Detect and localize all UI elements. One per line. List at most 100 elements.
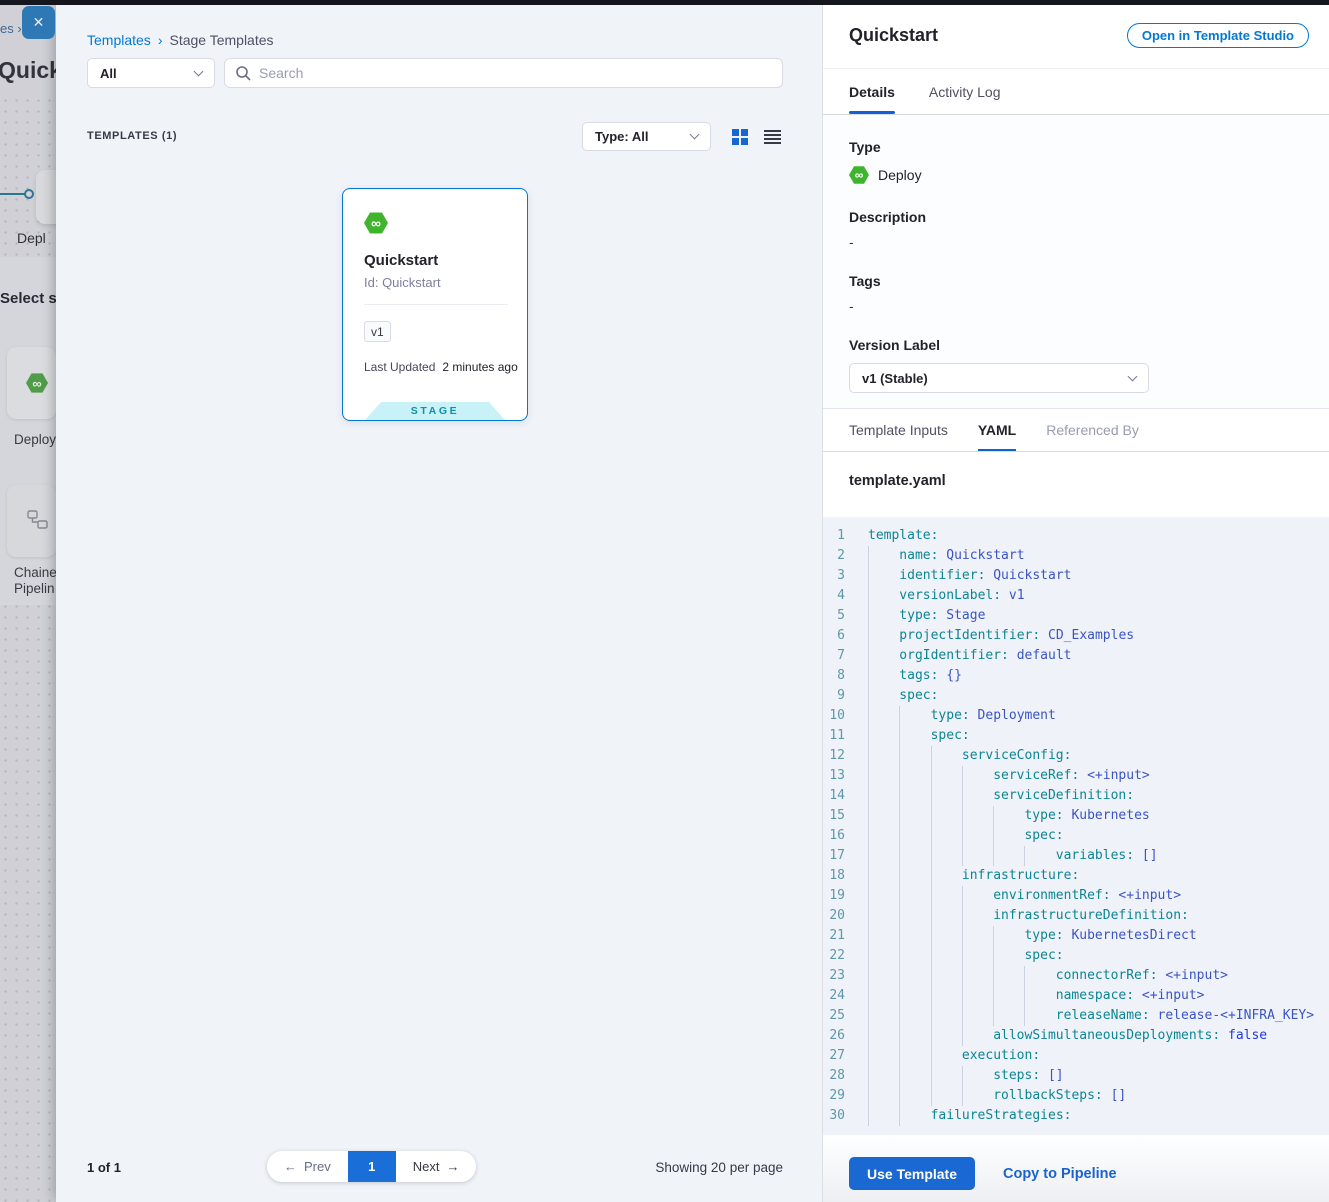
use-template-button[interactable]: Use Template <box>849 1157 975 1190</box>
yaml-line: 26 allowSimultaneousDeployments: false <box>823 1026 1329 1046</box>
yaml-file-name: template.yaml <box>849 473 946 489</box>
version-select[interactable]: v1 (Stable) <box>849 363 1149 393</box>
indent-guide <box>931 906 962 926</box>
line-number: 6 <box>823 626 845 646</box>
page-1-button[interactable]: 1 <box>348 1151 396 1182</box>
indent-guide <box>962 886 993 906</box>
open-in-template-studio-button[interactable]: Open in Template Studio <box>1127 23 1309 48</box>
yaml-line: 20infrastructureDefinition: <box>823 906 1329 926</box>
indent-guide <box>899 966 930 986</box>
scope-filter-value: All <box>100 66 117 81</box>
chained-card-label-line1: Chaine <box>14 565 56 580</box>
indent-guide <box>931 846 962 866</box>
chained-pipeline-icon <box>27 510 49 530</box>
line-number: 14 <box>823 786 845 806</box>
yaml-code-viewer[interactable]: 1template:2name: Quickstart3identifier: … <box>823 517 1329 1135</box>
yaml-value: [] <box>1134 848 1157 863</box>
indent-guide <box>962 1086 993 1106</box>
version-label: Version Label <box>849 337 1303 353</box>
indent-guide <box>899 1006 930 1026</box>
yaml-key: infrastructureDefinition: <box>993 908 1189 923</box>
indent-guide <box>931 826 962 846</box>
yaml-value: false <box>1220 1028 1267 1043</box>
yaml-key: name: <box>899 548 938 563</box>
type-value: Deploy <box>878 167 922 183</box>
infinity-glyph: ∞ <box>371 215 381 231</box>
details-section: Type ∞ Deploy Description - Tags - Versi… <box>823 115 1329 408</box>
line-number: 29 <box>823 1086 845 1106</box>
indent-guide <box>962 906 993 926</box>
stage-node-label-fragment: Depl <box>17 230 46 246</box>
indent-guide <box>899 786 930 806</box>
indent-guide <box>868 666 899 686</box>
subtab-template-inputs[interactable]: Template Inputs <box>849 409 948 451</box>
close-drawer-button[interactable]: ✕ <box>22 6 55 39</box>
line-number: 24 <box>823 986 845 1006</box>
line-number: 21 <box>823 926 845 946</box>
prev-page-button[interactable]: ← Prev <box>267 1151 348 1182</box>
scope-filter-select[interactable]: All <box>87 58 215 88</box>
indent-guide <box>993 826 1024 846</box>
deploy-type-icon: ∞ <box>849 165 869 185</box>
line-number: 26 <box>823 1026 845 1046</box>
search-input[interactable] <box>259 65 772 81</box>
indent-guide <box>1024 966 1055 986</box>
template-card-quickstart[interactable]: ∞ Quickstart Id: Quickstart v1 Last Upda… <box>342 188 528 421</box>
pagination-summary: 1 of 1 <box>87 1160 121 1175</box>
template-card-title: Quickstart <box>364 252 438 269</box>
line-number: 10 <box>823 706 845 726</box>
yaml-line: 13serviceRef: <+input> <box>823 766 1329 786</box>
stage-type-badge: STAGE <box>365 402 505 420</box>
yaml-line: 22 spec: <box>823 946 1329 966</box>
indent-guide <box>962 966 993 986</box>
line-number: 16 <box>823 826 845 846</box>
yaml-key: type: <box>899 608 938 623</box>
grid-view-icon[interactable] <box>732 129 748 145</box>
indent-guide <box>868 906 899 926</box>
line-number: 1 <box>823 526 845 546</box>
subtab-yaml[interactable]: YAML <box>978 409 1016 451</box>
tab-details[interactable]: Details <box>849 69 895 114</box>
indent-guide <box>868 886 899 906</box>
template-card-id: Id: Quickstart <box>364 275 441 290</box>
version-chip: v1 <box>364 321 391 342</box>
indent-guide <box>993 946 1024 966</box>
yaml-value: Deployment <box>970 708 1056 723</box>
line-number: 22 <box>823 946 845 966</box>
indent-guide <box>868 586 899 606</box>
copy-to-pipeline-link[interactable]: Copy to Pipeline <box>1003 1166 1117 1182</box>
indent-guide <box>993 846 1024 866</box>
indent-guide <box>899 766 930 786</box>
indent-guide <box>868 966 899 986</box>
yaml-value: Quickstart <box>938 548 1024 563</box>
list-view-icon[interactable] <box>764 130 781 144</box>
chevron-down-icon <box>1128 371 1138 381</box>
tab-activity-log[interactable]: Activity Log <box>929 69 1001 114</box>
yaml-line: 3identifier: Quickstart <box>823 566 1329 586</box>
line-number: 28 <box>823 1066 845 1086</box>
yaml-line: 4versionLabel: v1 <box>823 586 1329 606</box>
search-icon <box>235 65 251 81</box>
breadcrumb-current: Stage Templates <box>169 32 273 48</box>
breadcrumb-templates-link[interactable]: Templates <box>87 32 151 48</box>
view-toggle <box>732 129 781 145</box>
yaml-key: allowSimultaneousDeployments: <box>993 1028 1220 1043</box>
indent-guide <box>962 926 993 946</box>
yaml-line: 16spec: <box>823 826 1329 846</box>
yaml-key: versionLabel: <box>899 588 1001 603</box>
line-number: 11 <box>823 726 845 746</box>
next-page-button[interactable]: Next → <box>396 1151 477 1182</box>
yaml-key: projectIdentifier: <box>899 628 1040 643</box>
indent-guide <box>931 1006 962 1026</box>
indent-guide <box>962 786 993 806</box>
subtab-referenced-by[interactable]: Referenced By <box>1046 409 1139 451</box>
type-filter-select[interactable]: Type: All <box>582 122 711 151</box>
yaml-line: 14serviceDefinition: <box>823 786 1329 806</box>
indent-guide <box>868 1026 899 1046</box>
indent-guide <box>931 946 962 966</box>
yaml-value: v1 <box>1001 588 1024 603</box>
yaml-key: spec: <box>1024 948 1063 963</box>
line-number: 17 <box>823 846 845 866</box>
yaml-key: serviceRef: <box>993 768 1079 783</box>
prev-label: Prev <box>304 1159 331 1174</box>
